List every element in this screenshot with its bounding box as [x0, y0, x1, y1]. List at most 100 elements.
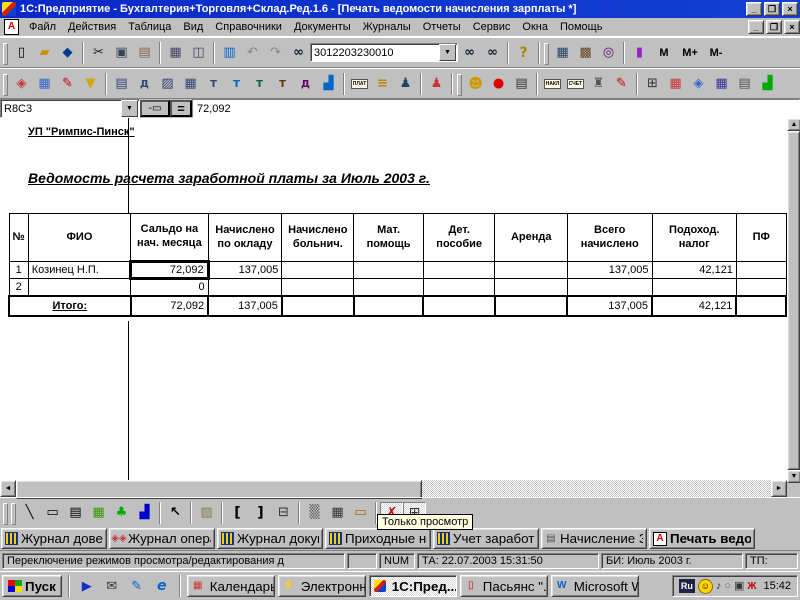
task-microsoft-word[interactable]: WMicrosoft W... — [550, 575, 639, 597]
total-cell[interactable] — [735, 294, 787, 317]
cube-blue-button[interactable] — [687, 73, 710, 95]
money-person-button[interactable] — [394, 73, 417, 95]
cell[interactable] — [422, 278, 496, 296]
bracket-close-button[interactable] — [249, 502, 272, 524]
formula-value-field[interactable]: 72,092 — [192, 99, 800, 118]
scroll-track[interactable] — [422, 480, 771, 497]
wizard-button[interactable] — [56, 73, 79, 95]
grid2-button[interactable] — [641, 73, 664, 95]
selected-cell[interactable]: 72,092 — [129, 260, 210, 280]
cell[interactable] — [353, 278, 424, 296]
cell[interactable] — [494, 278, 568, 296]
coins-button[interactable] — [371, 73, 394, 95]
report-button[interactable] — [510, 73, 533, 95]
smiley-button[interactable] — [464, 73, 487, 95]
antivirus-icon[interactable] — [747, 581, 756, 592]
fruit-button[interactable] — [487, 73, 510, 95]
journal-4-button[interactable] — [179, 73, 202, 95]
column-header[interactable]: Начислено по окладу — [207, 213, 283, 262]
cell[interactable] — [281, 278, 355, 296]
open-button[interactable] — [33, 42, 56, 64]
tab-journal-dover[interactable]: Журнал довер... — [1, 528, 107, 549]
journal-5-button[interactable] — [202, 73, 225, 95]
cell[interactable] — [207, 278, 283, 296]
cell[interactable] — [494, 261, 568, 279]
section-button[interactable] — [272, 502, 295, 524]
search-combobox[interactable]: 3012203230010 ▼ — [310, 43, 458, 62]
total-cell[interactable] — [422, 294, 496, 317]
monitor-button[interactable] — [218, 42, 241, 64]
accounts-button[interactable] — [33, 73, 56, 95]
pattern-button[interactable] — [195, 502, 218, 524]
print-preview-button[interactable] — [187, 42, 210, 64]
menu-help[interactable]: Помощь — [554, 19, 609, 35]
notes-launcher[interactable] — [126, 575, 148, 597]
scroll-down-button[interactable]: ▼ — [787, 470, 800, 483]
tab-journal-opera[interactable]: ◈Журнал опера... — [109, 528, 215, 549]
cut-button[interactable] — [87, 42, 110, 64]
cell[interactable] — [651, 278, 737, 296]
column-header[interactable]: Подоход. налог — [651, 213, 737, 262]
menu-actions[interactable]: Действия — [62, 19, 122, 35]
bracket-open-button[interactable] — [226, 502, 249, 524]
tab-prihodnye[interactable]: Приходные на... — [325, 528, 431, 549]
spreadsheet-document[interactable]: УП "Римпис-Пинск" Ведомость расчета зара… — [0, 118, 788, 480]
plant-button[interactable] — [110, 502, 133, 524]
cursor-button[interactable] — [164, 502, 187, 524]
pin-button[interactable]: -▭ — [140, 100, 170, 117]
book-button[interactable] — [628, 42, 651, 64]
menu-references[interactable]: Справочники — [209, 19, 288, 35]
chart-button[interactable] — [133, 502, 156, 524]
column-header[interactable]: Дет. пособие — [422, 213, 496, 262]
find-prev-button[interactable] — [481, 42, 504, 64]
mail-launcher[interactable] — [101, 575, 123, 597]
task-1c-active[interactable]: 1С:Пред... — [368, 575, 457, 597]
task-calendar[interactable]: Календарь... — [186, 575, 275, 597]
restore-button[interactable]: ❐ — [764, 2, 780, 16]
cell-reference-combobox[interactable]: R8C3 ▼ — [0, 99, 140, 118]
horizontal-scrollbar[interactable]: ◄ ► — [0, 480, 787, 499]
total-cell[interactable] — [280, 294, 355, 317]
smiley-icon[interactable]: ☺ — [697, 578, 713, 594]
menu-documents[interactable]: Документы — [288, 19, 357, 35]
scroll-up-button[interactable]: ▲ — [787, 118, 800, 131]
vertical-scroll-thumb[interactable] — [787, 131, 800, 470]
search-value[interactable]: 3012203230010 — [311, 47, 439, 59]
tab-journal-dokum[interactable]: Журнал докум... — [217, 528, 323, 549]
memory-plus-button[interactable]: M+ — [677, 42, 703, 64]
undo-button[interactable] — [241, 42, 264, 64]
menu-view[interactable]: Вид — [177, 19, 209, 35]
find-button[interactable] — [287, 42, 310, 64]
column-header[interactable]: Начислено больнич. — [281, 213, 355, 262]
camera-icon[interactable] — [734, 581, 744, 592]
tablegrid-button[interactable] — [326, 502, 349, 524]
mouse-icon[interactable] — [724, 581, 731, 592]
paste-button[interactable] — [133, 42, 156, 64]
total-cell[interactable]: 137,005 — [566, 294, 654, 317]
media-player-launcher[interactable] — [76, 575, 98, 597]
column-header[interactable]: Мат. помощь — [353, 213, 424, 262]
calculator-button[interactable] — [551, 42, 574, 64]
task-solitaire[interactable]: ▯ Пасьянс "... — [459, 575, 548, 597]
scroll-right-button[interactable]: ► — [771, 480, 787, 497]
journal-2-button[interactable] — [133, 73, 156, 95]
table-blue-button[interactable] — [710, 73, 733, 95]
cell[interactable] — [566, 278, 653, 296]
internet-explorer-launcher[interactable] — [151, 575, 173, 597]
cube-button[interactable] — [10, 73, 33, 95]
column-header[interactable]: Сальдо на нач. месяца — [130, 213, 209, 262]
zoom-doc-button[interactable] — [597, 42, 620, 64]
scroll-left-button[interactable]: ◄ — [0, 480, 16, 497]
start-button[interactable]: Пуск — [2, 575, 62, 597]
menu-journals[interactable]: Журналы — [357, 19, 417, 35]
copy-button[interactable] — [110, 42, 133, 64]
journal-1-button[interactable] — [110, 73, 133, 95]
bill-button[interactable]: СЧЕТ — [564, 73, 587, 95]
cell[interactable] — [353, 261, 424, 279]
menu-reports[interactable]: Отчеты — [417, 19, 467, 35]
journal-7-button[interactable] — [248, 73, 271, 95]
cell[interactable] — [422, 261, 496, 279]
journal-10-button[interactable] — [317, 73, 340, 95]
volume-icon[interactable] — [716, 581, 722, 592]
menu-windows[interactable]: Окна — [516, 19, 554, 35]
